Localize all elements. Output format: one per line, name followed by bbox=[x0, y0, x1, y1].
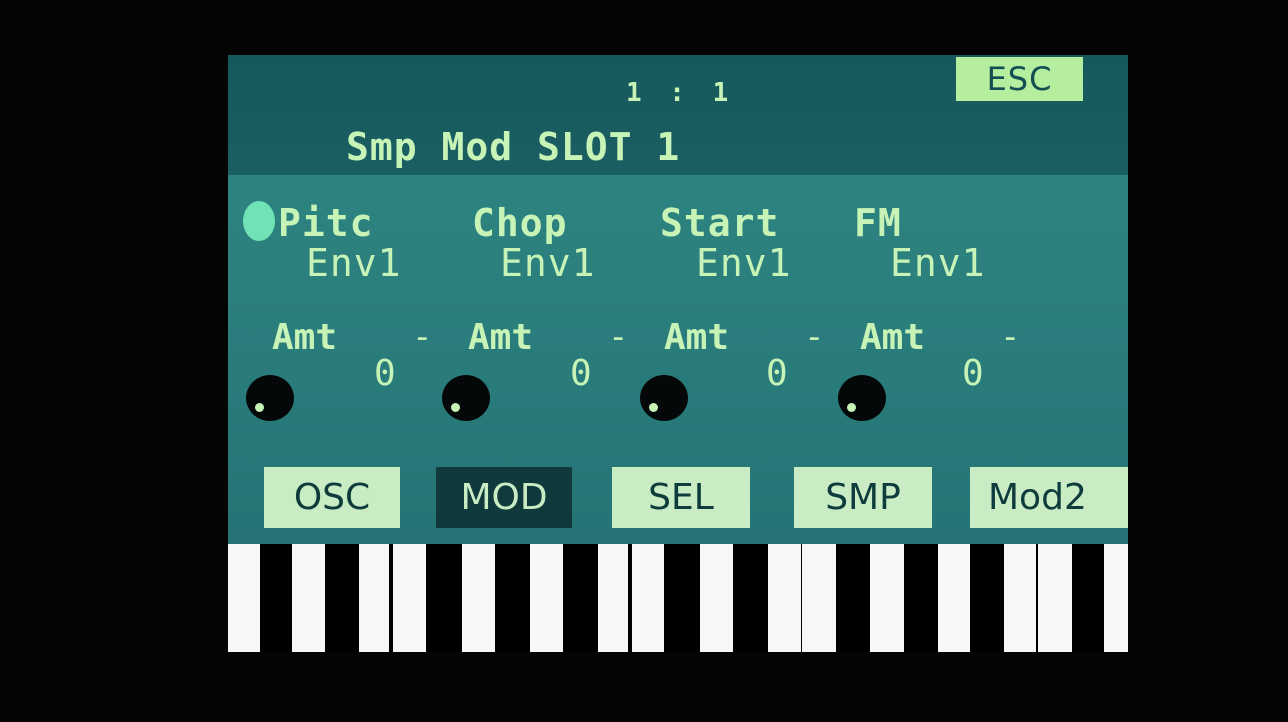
piano-key[interactable] bbox=[359, 544, 389, 652]
esc-button[interactable]: ESC bbox=[956, 57, 1083, 101]
slot-1-source[interactable]: Env1 bbox=[306, 241, 402, 285]
piano-key[interactable] bbox=[768, 544, 801, 652]
slot-4-source[interactable]: Env1 bbox=[890, 241, 986, 285]
knob-indicator-icon bbox=[255, 403, 264, 412]
piano-key[interactable] bbox=[938, 544, 970, 652]
slot-2-amount-label: Amt bbox=[468, 317, 534, 358]
piano-key[interactable] bbox=[598, 544, 628, 652]
piano-key[interactable] bbox=[700, 544, 733, 652]
piano-key[interactable] bbox=[632, 544, 664, 652]
device-screen: 1 : 1 Smp Mod SLOT 1 ESC Pitc Chop Start… bbox=[228, 55, 1128, 652]
tab-smp[interactable]: SMP bbox=[794, 467, 932, 528]
tab-mod[interactable]: MOD bbox=[436, 467, 572, 528]
knob-indicator-icon bbox=[649, 403, 658, 412]
slot-4-amount-knob[interactable] bbox=[838, 375, 886, 421]
piano-key[interactable] bbox=[1104, 544, 1128, 652]
slot-3-amount-knob[interactable] bbox=[640, 375, 688, 421]
slot-4-amount-dash: - bbox=[1000, 317, 1021, 357]
slot-3-name[interactable]: Start bbox=[660, 201, 779, 245]
header-bar: 1 : 1 Smp Mod SLOT 1 ESC bbox=[228, 55, 1128, 175]
tab-sel[interactable]: SEL bbox=[612, 467, 750, 528]
selection-cursor-icon bbox=[243, 201, 275, 241]
slot-4-amount-value: 0 bbox=[962, 353, 984, 394]
slot-2-amount-knob[interactable] bbox=[442, 375, 490, 421]
piano-key[interactable] bbox=[870, 544, 904, 652]
slot-4-amount-label: Amt bbox=[860, 317, 926, 358]
piano-key[interactable] bbox=[393, 544, 426, 652]
tab-osc[interactable]: OSC bbox=[264, 467, 400, 528]
piano-key[interactable] bbox=[228, 544, 260, 652]
piano-key[interactable] bbox=[1004, 544, 1036, 652]
knob-indicator-icon bbox=[847, 403, 856, 412]
tab-mod2[interactable]: Mod2 bbox=[970, 467, 1128, 528]
position-indicator: 1 : 1 bbox=[626, 78, 735, 108]
slot-2-amount-dash: - bbox=[608, 317, 629, 357]
slot-3-amount-label: Amt bbox=[664, 317, 730, 358]
slot-3-amount-value: 0 bbox=[766, 353, 788, 394]
slot-2-name[interactable]: Chop bbox=[472, 201, 568, 245]
slot-1-amount-value: 0 bbox=[374, 353, 396, 394]
slot-3-source[interactable]: Env1 bbox=[696, 241, 792, 285]
slot-4-name[interactable]: FM bbox=[854, 201, 902, 245]
slot-3-amount-dash: - bbox=[804, 317, 825, 357]
piano-keyboard bbox=[228, 544, 1128, 652]
piano-key[interactable] bbox=[1038, 544, 1072, 652]
page-title: Smp Mod SLOT 1 bbox=[346, 125, 681, 169]
slot-2-amount-value: 0 bbox=[570, 353, 592, 394]
slot-1-amount-knob[interactable] bbox=[246, 375, 294, 421]
piano-key[interactable] bbox=[530, 544, 563, 652]
piano-key[interactable] bbox=[462, 544, 495, 652]
piano-key[interactable] bbox=[292, 544, 325, 652]
knob-indicator-icon bbox=[451, 403, 460, 412]
slot-1-amount-dash: - bbox=[412, 317, 433, 357]
slot-2-source[interactable]: Env1 bbox=[500, 241, 596, 285]
slot-1-name[interactable]: Pitc bbox=[278, 201, 374, 245]
piano-key[interactable] bbox=[802, 544, 836, 652]
slot-1-amount-label: Amt bbox=[272, 317, 338, 358]
